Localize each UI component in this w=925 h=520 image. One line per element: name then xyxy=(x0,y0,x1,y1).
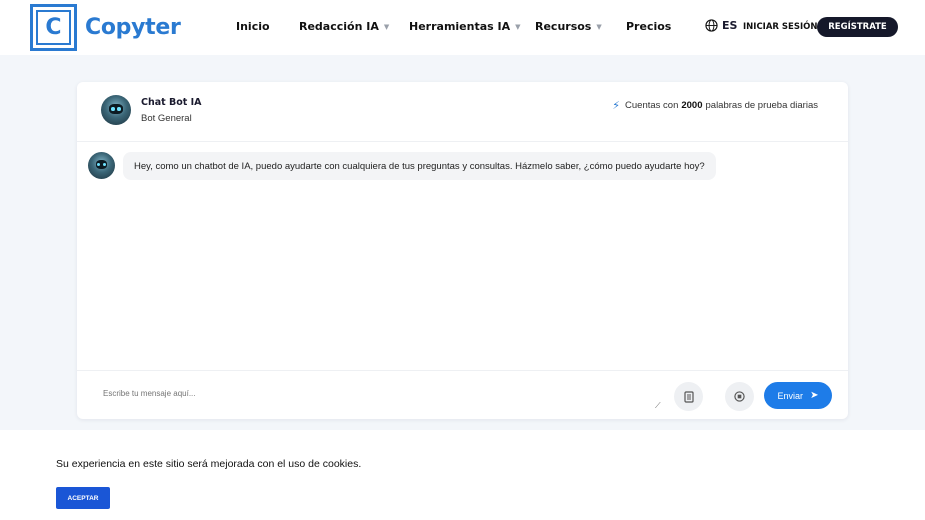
lightning-icon: ⚡ xyxy=(612,100,621,112)
nav-label: Redacción IA xyxy=(299,20,379,33)
send-button[interactable]: Enviar ➤ xyxy=(764,382,832,409)
bot-message: Hey, como un chatbot de IA, puedo ayudar… xyxy=(123,152,716,180)
logo[interactable]: C Copyter xyxy=(30,4,181,51)
stop-icon xyxy=(734,391,745,402)
cookie-banner: Su experiencia en este sitio será mejora… xyxy=(0,430,925,520)
cookie-text: Su experiencia en este sitio será mejora… xyxy=(56,458,362,470)
document-button[interactable] xyxy=(674,382,703,411)
language-code: ES xyxy=(722,19,738,32)
send-arrow-icon: ➤ xyxy=(810,390,819,401)
globe-icon xyxy=(705,19,718,32)
bot-role: Bot General xyxy=(141,113,192,124)
message-avatar xyxy=(88,152,115,179)
nav-precios[interactable]: Precios xyxy=(626,20,671,33)
nav-herramientas-ia[interactable]: Herramientas IA ▼ xyxy=(409,20,521,33)
chat-header: Chat Bot IA Bot General ⚡ Cuentas con 20… xyxy=(77,82,848,142)
accept-cookies-button[interactable]: ACEPTAR xyxy=(56,487,110,509)
chat-panel: Chat Bot IA Bot General ⚡ Cuentas con 20… xyxy=(77,82,848,419)
logo-mark: C xyxy=(30,4,77,51)
logo-letter: C xyxy=(36,10,71,45)
quota-count: 2000 xyxy=(681,100,703,111)
stop-button[interactable] xyxy=(725,382,754,411)
nav-label: Recursos xyxy=(535,20,592,33)
chevron-down-icon: ▼ xyxy=(515,22,521,31)
word-quota: ⚡ Cuentas con 2000 palabras de prueba di… xyxy=(612,99,818,112)
nav-redaccion-ia[interactable]: Redacción IA ▼ xyxy=(299,20,389,33)
nav-recursos[interactable]: Recursos ▼ xyxy=(535,20,602,33)
send-label: Enviar xyxy=(777,390,804,401)
message-input[interactable] xyxy=(103,389,663,398)
chevron-down-icon: ▼ xyxy=(383,22,390,31)
login-link[interactable]: INICIAR SESIÓN xyxy=(743,22,817,32)
nav-label: Herramientas IA xyxy=(409,20,511,33)
quota-suffix: palabras de prueba diarias xyxy=(705,100,819,111)
quota-prefix: Cuentas con xyxy=(625,100,679,111)
bot-name: Chat Bot IA xyxy=(141,97,202,108)
top-navbar: C Copyter Inicio Redacción IA ▼ Herramie… xyxy=(0,0,925,55)
chevron-down-icon: ▼ xyxy=(596,22,602,31)
document-icon xyxy=(683,390,694,403)
bot-avatar xyxy=(101,95,131,125)
nav-inicio[interactable]: Inicio xyxy=(236,20,270,33)
resize-handle-icon[interactable]: ⟋ xyxy=(655,401,661,411)
logo-text: Copyter xyxy=(85,15,181,40)
nav-label: Inicio xyxy=(236,20,270,33)
message-composer: ⟋ Enviar ➤ xyxy=(77,370,848,419)
register-button[interactable]: REGÍSTRATE xyxy=(817,17,898,37)
nav-label: Precios xyxy=(626,20,672,33)
language-selector[interactable]: ES xyxy=(705,19,737,32)
